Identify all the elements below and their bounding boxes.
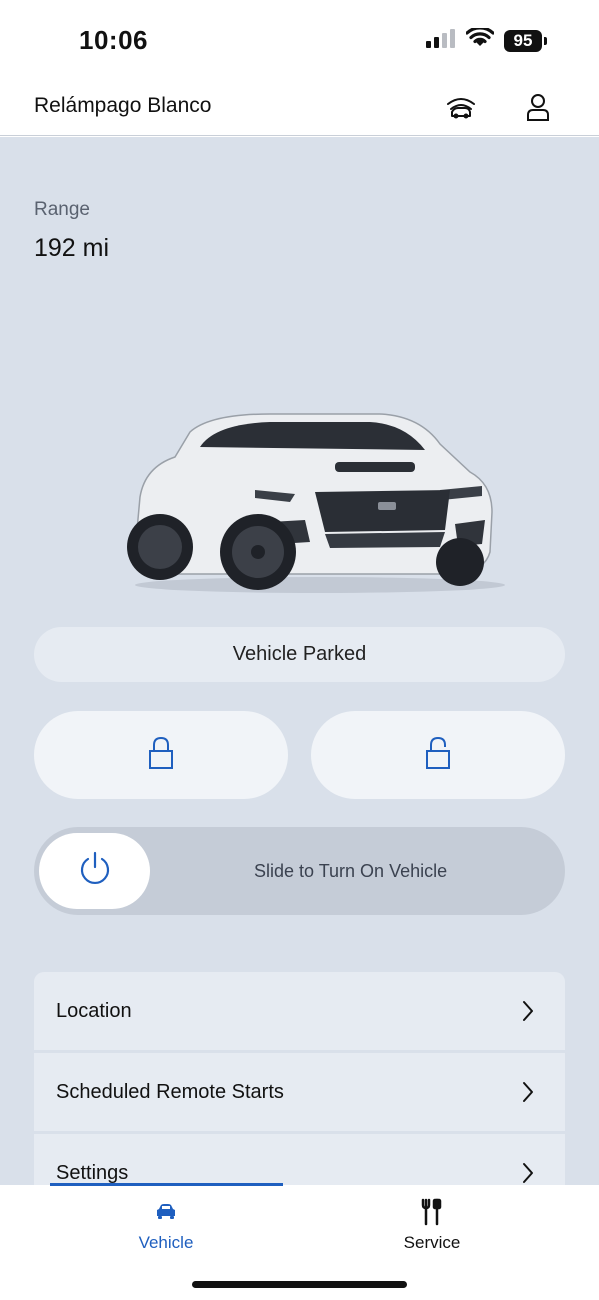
menu-item-label: Location bbox=[56, 999, 132, 1022]
lock-icon bbox=[148, 736, 174, 775]
chevron-right-icon bbox=[523, 1163, 533, 1183]
wifi-icon bbox=[465, 26, 495, 53]
status-bar: 10:06 95 bbox=[0, 0, 599, 80]
tools-icon bbox=[332, 1195, 532, 1229]
battery-level: 95 bbox=[504, 29, 542, 52]
unlock-button[interactable] bbox=[311, 711, 565, 799]
slider-knob[interactable] bbox=[39, 833, 150, 909]
menu-item-location[interactable]: Location bbox=[34, 972, 565, 1050]
tab-label: Vehicle bbox=[138, 1233, 194, 1252]
status-icons: 95 bbox=[426, 26, 547, 53]
vehicle-name: Relámpago Blanco bbox=[34, 94, 212, 117]
chevron-right-icon bbox=[523, 1082, 533, 1102]
home-indicator[interactable] bbox=[192, 1281, 407, 1288]
vehicle-image bbox=[120, 402, 510, 602]
tab-label: Service bbox=[403, 1233, 461, 1252]
cellular-signal-icon bbox=[426, 28, 456, 53]
vehicle-dashboard: Range 192 mi Vehicle Parked Slide to Tur… bbox=[0, 137, 599, 1185]
menu-item-settings[interactable]: Settings bbox=[34, 1134, 565, 1185]
chevron-right-icon bbox=[523, 1001, 533, 1021]
unlock-icon bbox=[425, 736, 451, 775]
app-header: Relámpago Blanco bbox=[0, 80, 599, 136]
car-icon bbox=[66, 1195, 266, 1229]
account-icon[interactable] bbox=[521, 92, 555, 122]
vehicle-menu: Location Scheduled Remote Starts Setting… bbox=[34, 972, 565, 1185]
battery-icon: 95 bbox=[504, 29, 547, 52]
remote-start-slider[interactable]: Slide to Turn On Vehicle bbox=[34, 827, 565, 915]
bottom-nav: Vehicle Service bbox=[0, 1183, 599, 1300]
range-label: Range bbox=[34, 199, 90, 220]
active-tab-indicator bbox=[50, 1183, 283, 1186]
tab-vehicle[interactable]: Vehicle bbox=[66, 1195, 266, 1253]
garage-icon[interactable] bbox=[444, 92, 478, 122]
status-time: 10:06 bbox=[79, 25, 148, 55]
power-icon bbox=[78, 851, 112, 892]
menu-item-label: Settings bbox=[56, 1161, 129, 1184]
range-value: 192 mi bbox=[34, 234, 110, 262]
tab-service[interactable]: Service bbox=[332, 1195, 532, 1253]
lock-button[interactable] bbox=[34, 711, 288, 799]
slider-label: Slide to Turn On Vehicle bbox=[254, 861, 448, 881]
menu-item-scheduled-remote-starts[interactable]: Scheduled Remote Starts bbox=[34, 1053, 565, 1131]
menu-item-label: Scheduled Remote Starts bbox=[56, 1080, 284, 1103]
vehicle-status-pill: Vehicle Parked bbox=[34, 627, 565, 682]
